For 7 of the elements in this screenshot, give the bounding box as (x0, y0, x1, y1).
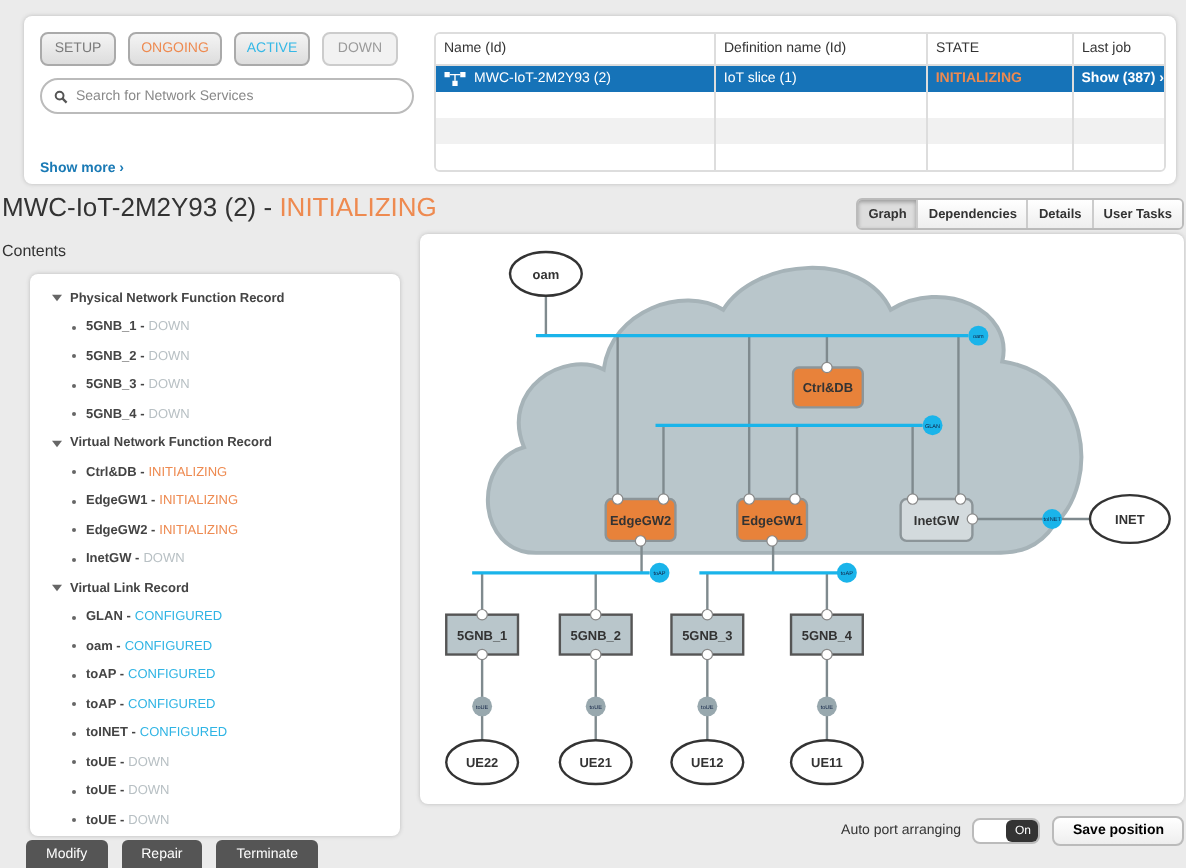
caret-icon[interactable] (52, 439, 62, 448)
search-icon (54, 90, 68, 104)
caret-icon[interactable] (52, 294, 62, 303)
contents-heading: Contents (0, 242, 69, 260)
caret-icon[interactable] (52, 584, 62, 593)
service-title: MWC-IoT-2M2Y93 (2) - INITIALIZING (0, 192, 437, 222)
network-icon (444, 72, 466, 86)
